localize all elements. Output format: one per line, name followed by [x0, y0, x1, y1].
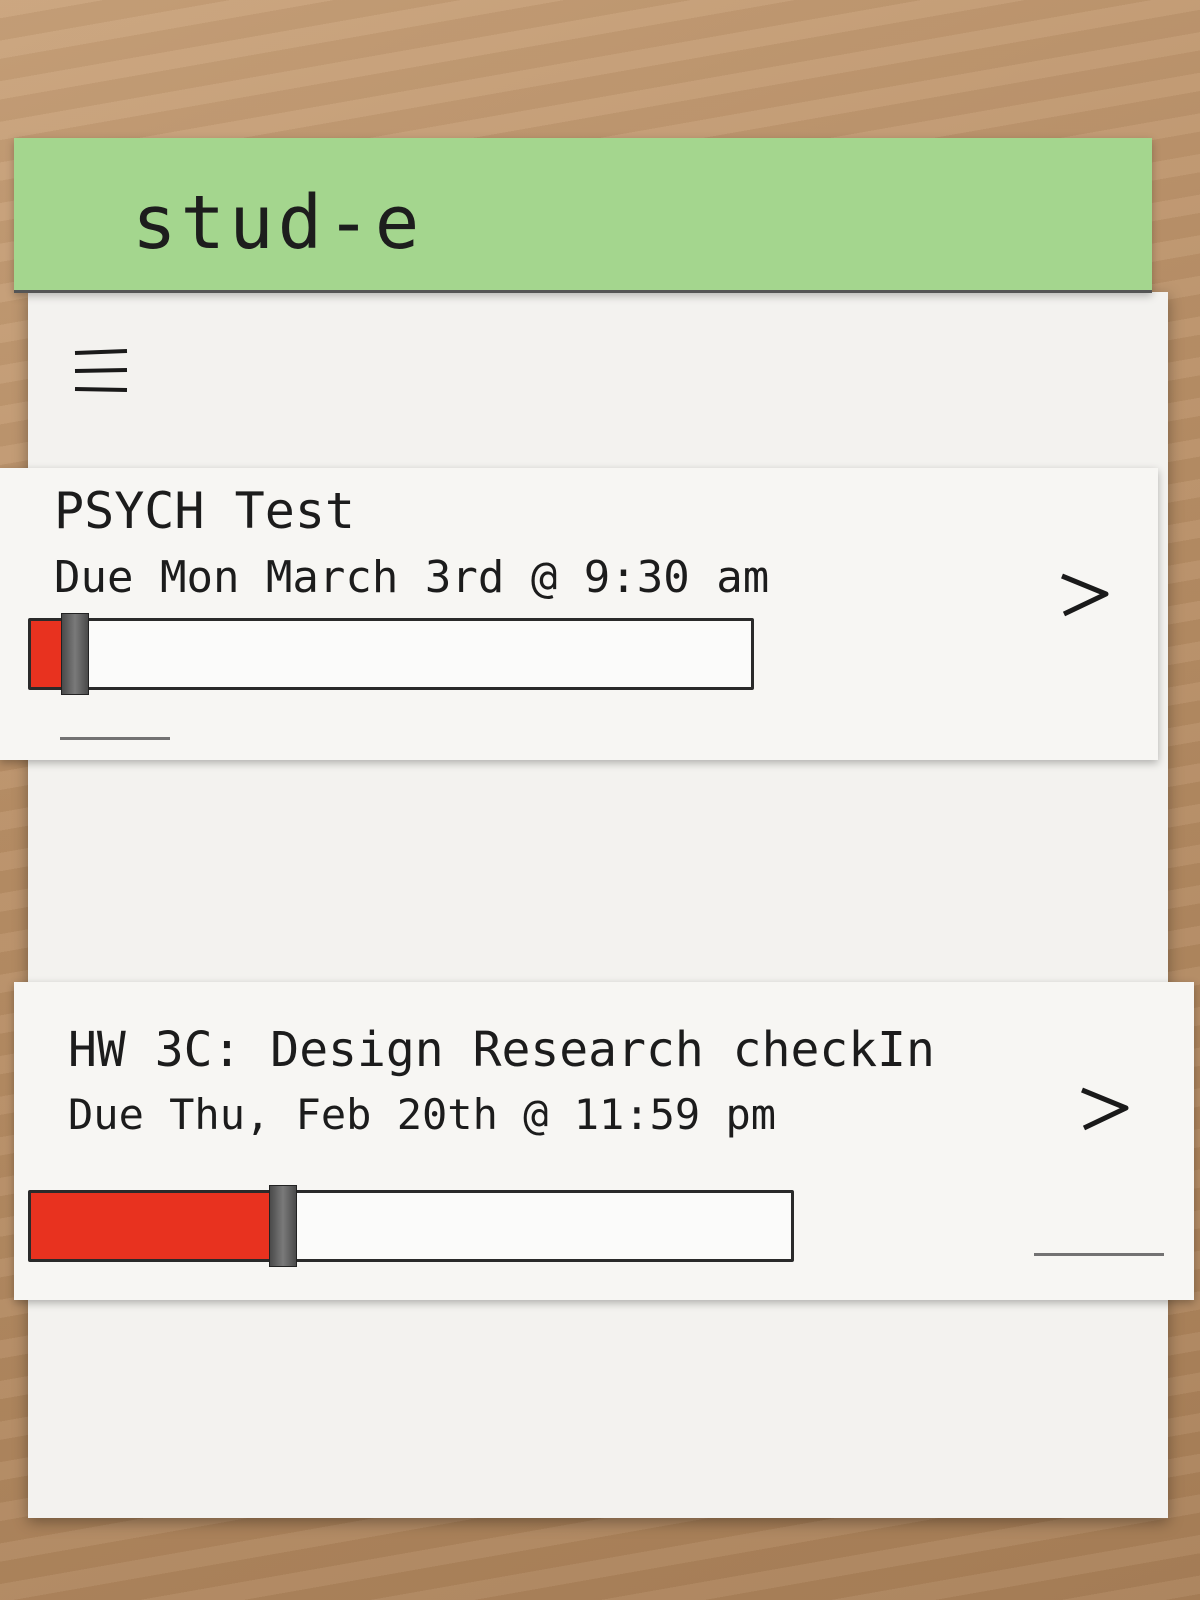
- app-title: stud-e: [132, 180, 424, 266]
- progress-bar[interactable]: [28, 613, 754, 695]
- app-bar: stud-e: [14, 138, 1152, 293]
- hamburger-menu-icon: [74, 349, 128, 392]
- progress-handle[interactable]: [268, 1185, 297, 1267]
- chevron-right-icon[interactable]: [1048, 558, 1118, 628]
- divider: [1034, 1253, 1164, 1256]
- menu-button[interactable]: [66, 340, 136, 402]
- assignment-card[interactable]: PSYCH Test Due Mon March 3rd @ 9:30 am: [0, 468, 1158, 760]
- divider: [60, 737, 170, 740]
- assignment-title: HW 3C: Design Research checkIn: [68, 1022, 935, 1078]
- assignment-due-date: Due Thu, Feb 20th @ 11:59 pm: [68, 1090, 777, 1139]
- chevron-right-icon[interactable]: [1068, 1072, 1138, 1142]
- progress-handle[interactable]: [61, 613, 90, 695]
- progress-fill: [31, 1193, 282, 1259]
- progress-bar[interactable]: [28, 1185, 794, 1267]
- assignment-card[interactable]: HW 3C: Design Research checkIn Due Thu, …: [14, 982, 1194, 1300]
- assignment-title: PSYCH Test: [54, 482, 356, 540]
- assignment-due-date: Due Mon March 3rd @ 9:30 am: [54, 552, 770, 603]
